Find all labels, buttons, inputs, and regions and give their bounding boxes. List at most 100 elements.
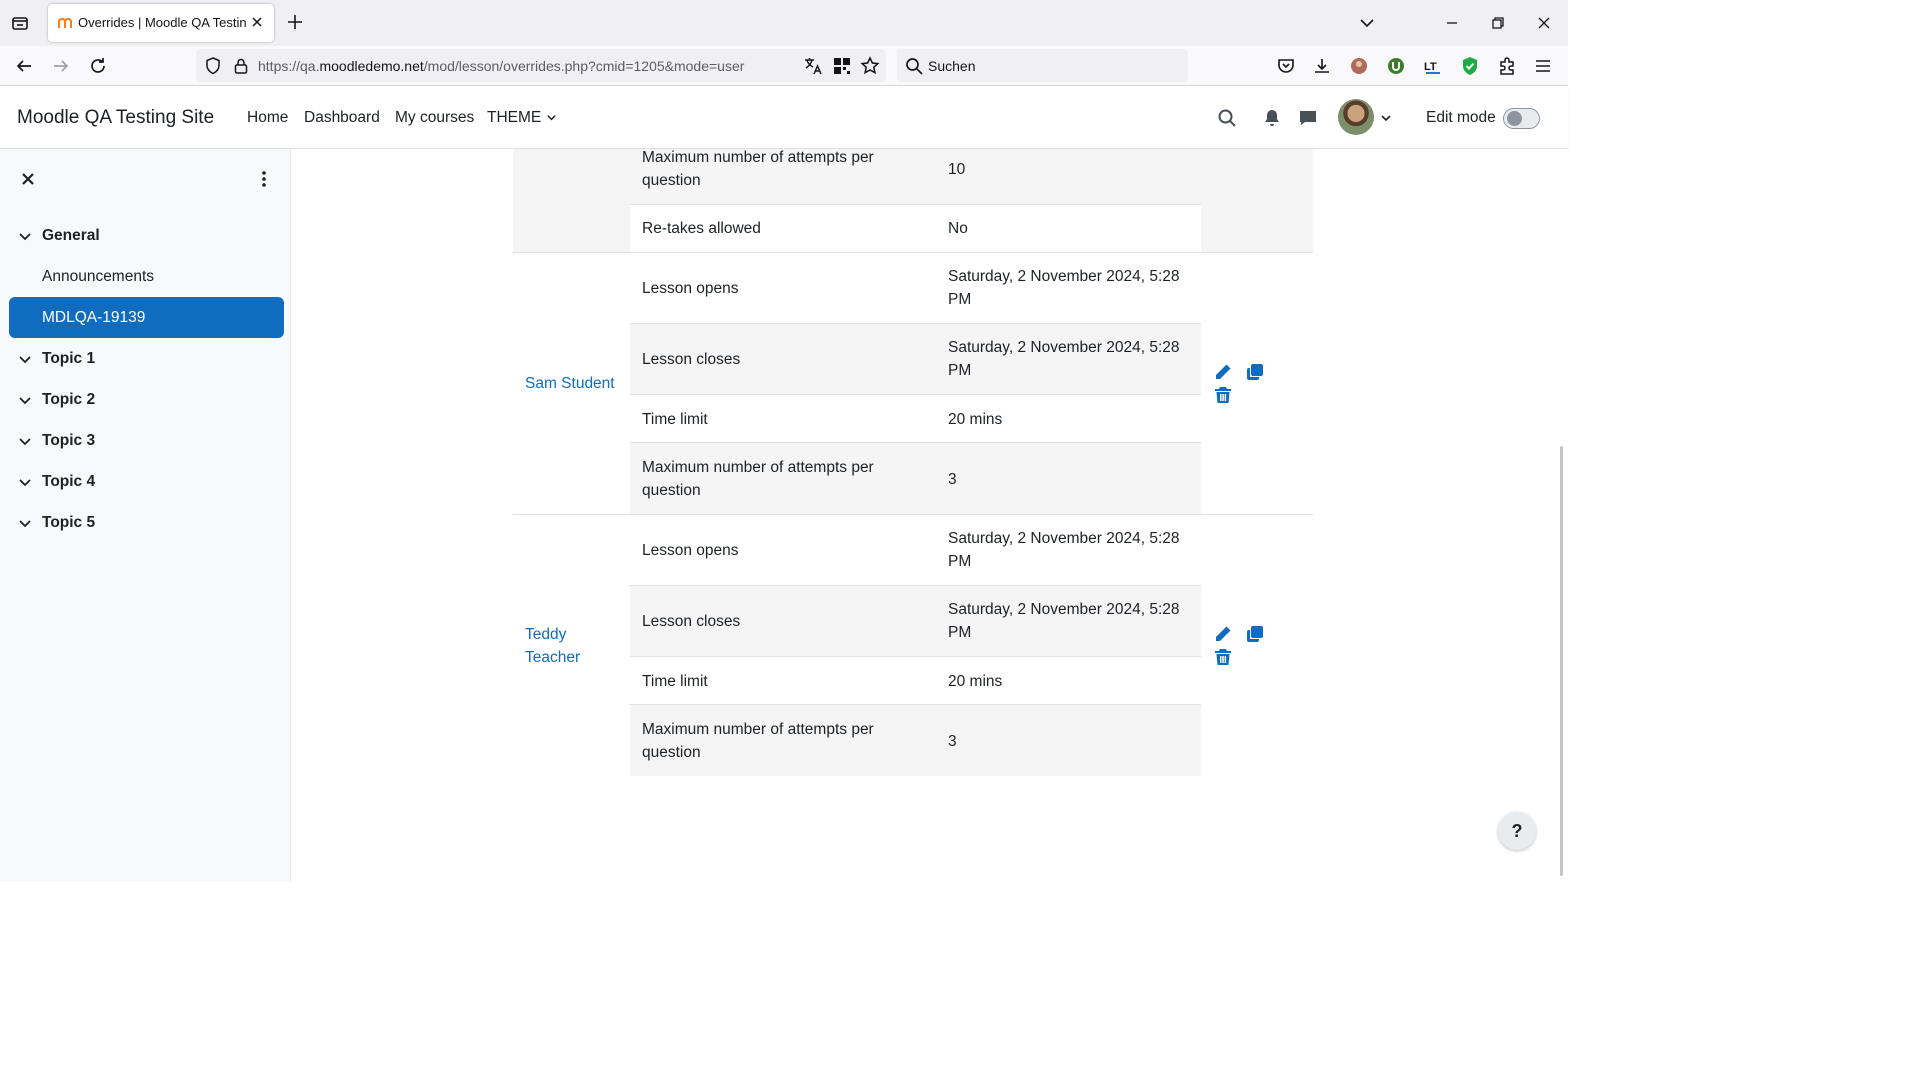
pocket-icon[interactable] (1276, 56, 1296, 76)
delete-icon[interactable] (1214, 386, 1232, 404)
setting-label: Maximum number of attempts per question (642, 721, 874, 761)
close-tab-icon[interactable] (249, 14, 265, 30)
setting-label: Lesson opens (642, 280, 739, 297)
bookmark-star-icon[interactable] (860, 56, 880, 76)
lock-icon[interactable] (231, 56, 251, 76)
edit-icon[interactable] (1214, 625, 1232, 643)
edit-mode-label: Edit mode (1426, 109, 1496, 126)
downloads-icon[interactable] (1312, 56, 1332, 76)
profile-extension-icon[interactable] (1349, 56, 1369, 76)
chevron-down-icon[interactable] (18, 475, 32, 489)
svg-text:LT: LT (1424, 61, 1437, 73)
kebab-menu-icon[interactable] (254, 169, 274, 189)
back-icon[interactable] (14, 56, 34, 76)
search-icon[interactable] (1217, 108, 1237, 128)
page-scrollbar[interactable] (1560, 446, 1563, 876)
setting-value: Saturday, 2 November 2024, 5:28 PM (948, 601, 1180, 641)
restore-icon[interactable] (1487, 12, 1509, 34)
toggle-knob (1507, 111, 1522, 126)
help-button[interactable]: ? (1498, 812, 1536, 850)
chevron-down-icon[interactable] (18, 434, 32, 448)
setting-label: Re-takes allowed (642, 220, 761, 237)
moodle-favicon-icon (58, 16, 72, 30)
ublock-extension-icon[interactable] (1386, 56, 1406, 76)
browser-tab-bar: Overrides | Moodle QA Testing (0, 0, 1568, 46)
setting-value: Saturday, 2 November 2024, 5:28 PM (948, 339, 1180, 379)
section-label: Topic 2 (42, 391, 96, 408)
copy-icon[interactable] (1246, 625, 1264, 643)
setting-label: Lesson closes (642, 351, 741, 368)
languagetool-extension-icon[interactable]: LT (1423, 56, 1443, 76)
active-tab[interactable]: Overrides | Moodle QA Testing (48, 4, 274, 42)
url-bar[interactable]: https://qa.moodledemo.net/mod/lesson/ove… (196, 49, 886, 82)
setting-value: 20 mins (948, 673, 1003, 690)
table-row (630, 657, 1201, 704)
new-tab-icon[interactable] (286, 13, 304, 31)
chevron-down-icon[interactable] (18, 516, 32, 530)
setting-value: 20 mins (948, 411, 1003, 428)
setting-value: Saturday, 2 November 2024, 5:28 PM (948, 268, 1180, 308)
section-label: Topic 3 (42, 432, 96, 449)
nav-theme[interactable]: THEME (487, 109, 557, 127)
forward-icon[interactable] (51, 56, 71, 76)
reload-icon[interactable] (88, 56, 108, 76)
tab-list-icon[interactable] (10, 13, 30, 33)
extensions-puzzle-icon[interactable] (1497, 56, 1517, 76)
section-label: Topic 1 (42, 350, 96, 367)
chevron-down-icon[interactable] (18, 229, 32, 243)
nav-my-courses[interactable]: My courses (395, 109, 474, 127)
translate-icon[interactable] (803, 56, 823, 76)
nav-theme-label: THEME (487, 109, 542, 126)
setting-label: Lesson closes (642, 613, 741, 630)
overrides-table: Maximum number of attempts per question … (291, 149, 1568, 882)
delete-icon[interactable] (1214, 648, 1232, 666)
qr-code-icon[interactable] (832, 56, 852, 76)
nav-home[interactable]: Home (247, 109, 288, 127)
notifications-bell-icon[interactable] (1262, 108, 1282, 128)
copy-icon[interactable] (1246, 363, 1264, 381)
setting-value: 10 (948, 161, 966, 178)
activity-active-label: MDLQA-19139 (42, 309, 146, 326)
setting-label: Time limit (642, 673, 708, 690)
user-avatar[interactable] (1338, 99, 1374, 135)
setting-value: Saturday, 2 November 2024, 5:28 PM (948, 530, 1180, 570)
activity-active[interactable]: MDLQA-19139 (9, 297, 284, 338)
user-link-sam-student[interactable]: Sam Student (525, 372, 615, 395)
setting-label: Maximum number of attempts per question (642, 459, 874, 499)
user-menu-chevron-icon[interactable] (1380, 108, 1394, 128)
chevron-down-icon (546, 115, 556, 121)
activity-announcements[interactable]: Announcements (42, 268, 154, 286)
search-icon (904, 56, 924, 76)
setting-label: Lesson opens (642, 542, 739, 559)
moodle-navbar: Moodle QA Testing Site Home Dashboard My… (0, 87, 1568, 149)
setting-value: 3 (948, 471, 957, 488)
user-link-teddy-teacher[interactable]: Teddy Teacher (525, 623, 595, 669)
close-drawer-icon[interactable] (18, 169, 38, 189)
list-all-tabs-icon[interactable] (1356, 12, 1378, 34)
shield-icon[interactable] (203, 56, 223, 76)
browser-nav-bar: https://qa.moodledemo.net/mod/lesson/ove… (0, 46, 1568, 86)
browser-search-bar[interactable]: Suchen (897, 49, 1188, 82)
chevron-down-icon[interactable] (18, 393, 32, 407)
setting-label: Time limit (642, 411, 708, 428)
site-name[interactable]: Moodle QA Testing Site (17, 107, 214, 129)
setting-value: 3 (948, 733, 957, 750)
table-row (630, 395, 1201, 442)
search-placeholder: Suchen (928, 58, 976, 74)
url-text: https://qa.moodledemo.net/mod/lesson/ove… (258, 58, 745, 74)
setting-value: No (948, 220, 968, 237)
hamburger-menu-icon[interactable] (1533, 56, 1553, 76)
section-label: General (42, 227, 100, 244)
edit-mode-toggle[interactable] (1503, 108, 1540, 129)
edit-icon[interactable] (1214, 363, 1232, 381)
section-label: Topic 4 (42, 473, 96, 490)
chevron-down-icon[interactable] (18, 352, 32, 366)
setting-label: Maximum number of attempts per question (642, 149, 874, 189)
close-window-icon[interactable] (1533, 12, 1555, 34)
minimize-icon[interactable] (1441, 12, 1463, 34)
nav-dashboard[interactable]: Dashboard (304, 109, 380, 127)
section-label: Topic 5 (42, 514, 96, 531)
shield-check-extension-icon[interactable] (1460, 56, 1480, 76)
course-index-drawer: General Announcements MDLQA-19139 Topic … (0, 149, 291, 882)
messages-icon[interactable] (1298, 108, 1318, 128)
